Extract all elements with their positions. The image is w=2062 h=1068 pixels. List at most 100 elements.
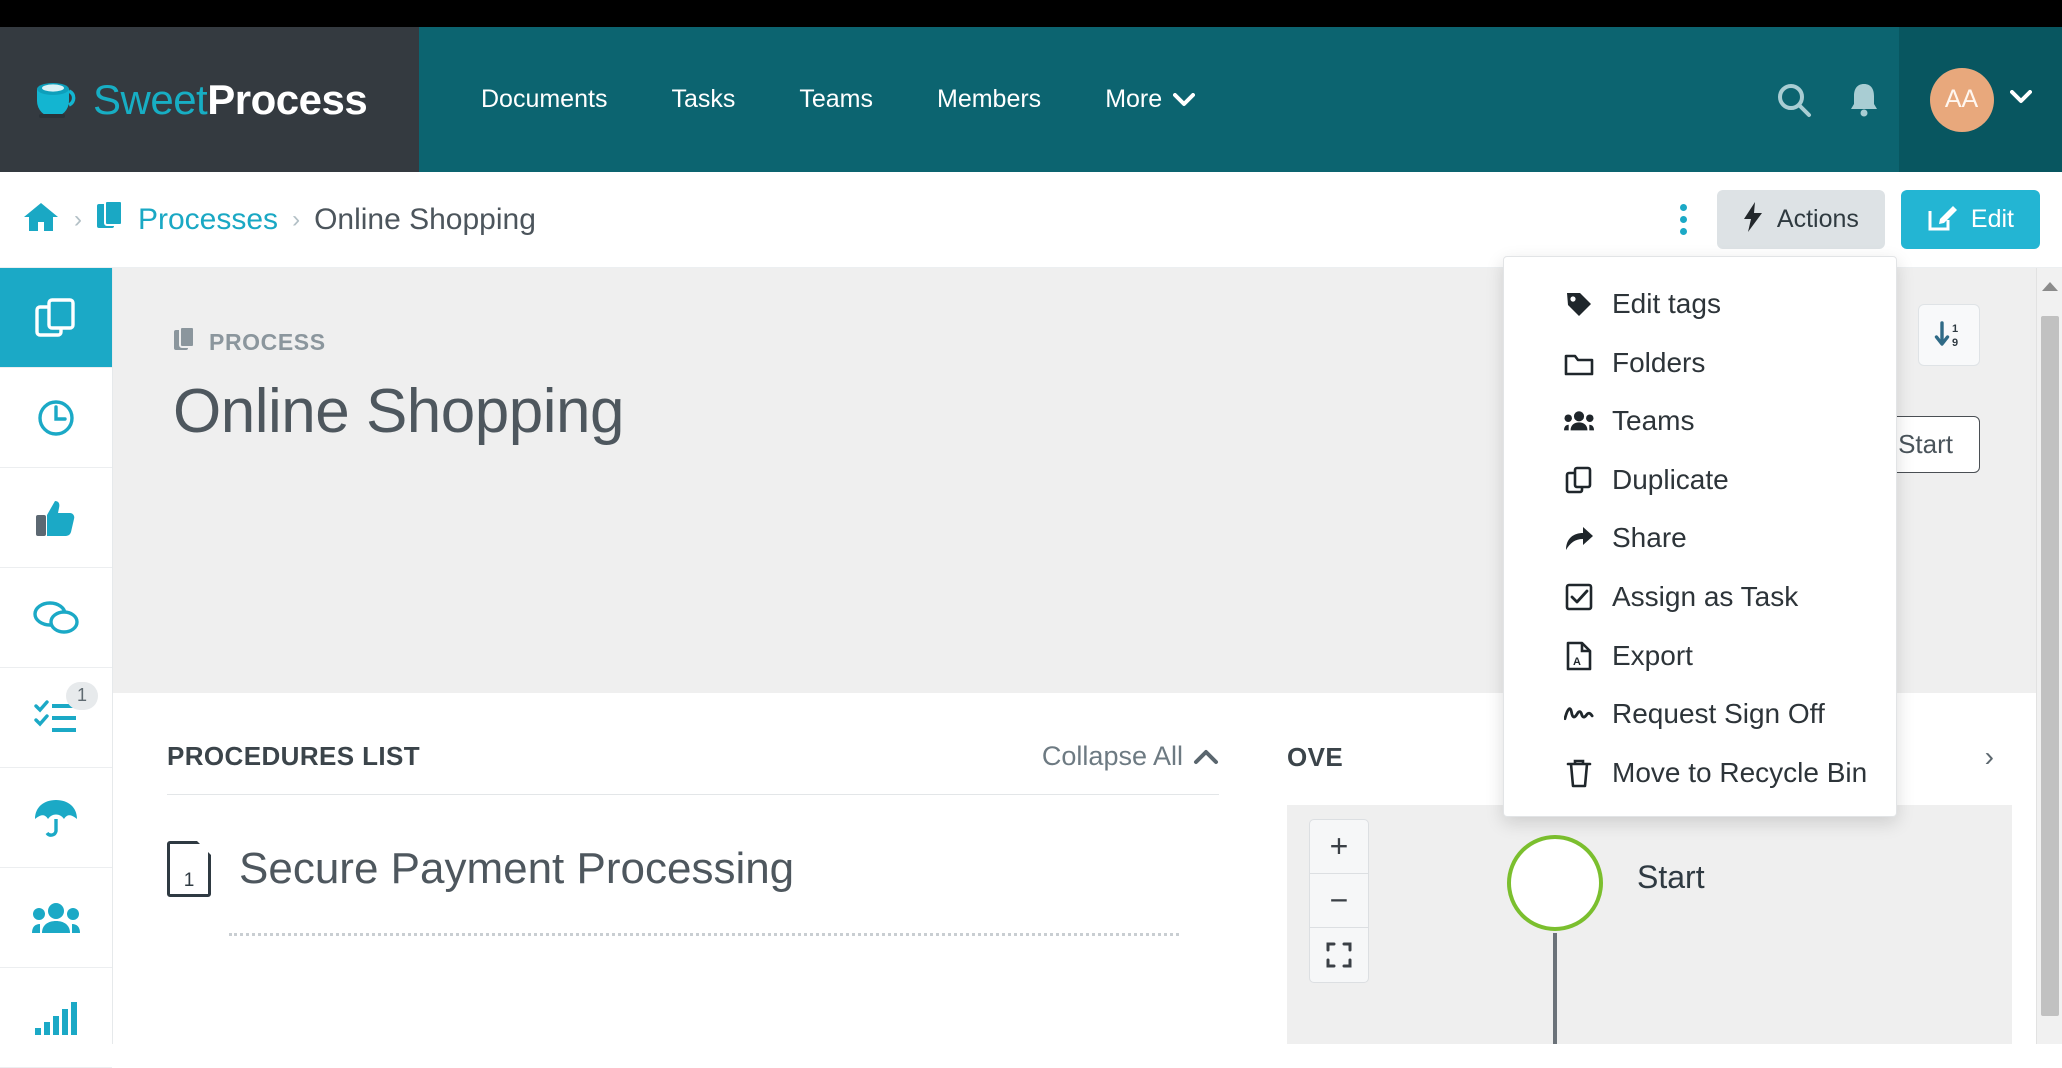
sidebar-item-policies[interactable]	[0, 768, 112, 868]
sidebar-item-teams[interactable]	[0, 868, 112, 968]
flow-connector-line	[1553, 933, 1557, 1044]
procedures-panel-header: PROCEDURES LIST Collapse All	[167, 741, 1219, 795]
nav-item-more[interactable]: More	[1073, 87, 1227, 112]
menu-item-label: Assign as Task	[1612, 580, 1799, 612]
nav-more-label: More	[1105, 85, 1163, 113]
trash-icon	[1564, 758, 1594, 788]
main-navigation: Documents Tasks Teams Members More	[419, 27, 1759, 172]
overview-panel-title: OVE	[1287, 741, 1344, 772]
chevron-down-icon	[2009, 90, 2032, 109]
procedures-panel: PROCEDURES LIST Collapse All 1 Secure Pa…	[113, 693, 1279, 1044]
menu-item-assign-as-task[interactable]: Assign as Task	[1504, 568, 1896, 627]
collapse-all-label: Collapse All	[1041, 741, 1183, 771]
zoom-out-button[interactable]: −	[1310, 874, 1368, 928]
sidebar-item-approvals[interactable]	[0, 468, 112, 568]
app-header: SweetProcess Documents Tasks Teams Membe…	[0, 27, 2062, 172]
menu-item-request-sign-off[interactable]: Request Sign Off	[1504, 685, 1896, 744]
home-icon[interactable]	[22, 200, 60, 239]
sidebar-item-history[interactable]	[0, 368, 112, 468]
bell-icon[interactable]	[1829, 80, 1899, 120]
documents-icon	[173, 326, 197, 358]
tag-icon	[1564, 290, 1594, 318]
user-menu[interactable]: AA	[1899, 27, 2062, 172]
breadcrumb-current: Online Shopping	[314, 202, 536, 236]
flow-zoom-controls: + −	[1309, 819, 1369, 983]
left-icon-rail: 1	[0, 268, 113, 1068]
sidebar-item-reports[interactable]	[0, 968, 112, 1068]
menu-item-label: Duplicate	[1612, 463, 1729, 495]
breadcrumb: › Processes › Online Shopping	[0, 199, 536, 240]
brand-logo[interactable]: SweetProcess	[0, 27, 419, 172]
nav-item-members[interactable]: Members	[905, 87, 1073, 112]
caret-up-icon[interactable]	[2037, 268, 2062, 304]
pdf-file-icon: A	[1564, 641, 1594, 671]
menu-item-move-to-recycle-bin[interactable]: Move to Recycle Bin	[1504, 744, 1896, 803]
documents-icon	[96, 199, 126, 240]
menu-item-label: Folders	[1612, 346, 1706, 378]
edit-button-label: Edit	[1970, 205, 2014, 233]
svg-text:A: A	[1573, 656, 1581, 668]
svg-text:9: 9	[1952, 337, 1958, 349]
breadcrumb-separator-2: ›	[292, 205, 301, 233]
menu-item-label: Request Sign Off	[1612, 698, 1825, 730]
menu-item-label: Teams	[1612, 405, 1695, 437]
lightning-bolt-icon	[1743, 202, 1763, 237]
actions-dropdown-menu: Edit tags Folders Teams Duplicate Share …	[1503, 256, 1897, 818]
menu-item-label: Move to Recycle Bin	[1612, 756, 1868, 788]
process-kicker-label: PROCESS	[209, 328, 326, 355]
breadcrumb-bar: › Processes › Online Shopping Actions Ed…	[0, 172, 2062, 268]
sidebar-item-tasks[interactable]: 1	[0, 668, 112, 768]
avatar: AA	[1929, 67, 1994, 132]
fullscreen-icon[interactable]	[1310, 928, 1368, 982]
pencil-square-icon	[1927, 202, 1957, 237]
brand-name-bold: Process	[207, 75, 368, 123]
menu-item-export[interactable]: A Export	[1504, 627, 1896, 686]
edit-button[interactable]: Edit	[1900, 190, 2040, 249]
procedures-panel-title: PROCEDURES LIST	[167, 741, 421, 771]
chevron-up-icon	[1193, 741, 1219, 772]
menu-item-folders[interactable]: Folders	[1504, 334, 1896, 393]
actions-button-label: Actions	[1776, 205, 1859, 233]
header-right-tools: AA	[1759, 27, 2062, 172]
folder-icon	[1564, 350, 1594, 376]
document-number-icon: 1	[167, 841, 211, 897]
nav-item-teams[interactable]: Teams	[767, 87, 905, 112]
menu-item-duplicate[interactable]: Duplicate	[1504, 451, 1896, 510]
signature-icon	[1564, 703, 1594, 725]
nav-item-documents[interactable]: Documents	[449, 87, 639, 112]
brand-name-light: Sweet	[93, 75, 208, 123]
flow-start-node[interactable]	[1507, 835, 1603, 931]
menu-item-label: Share	[1612, 522, 1687, 554]
sort-numeric-down-icon[interactable]: 19	[1918, 304, 1980, 366]
share-arrow-icon	[1564, 526, 1594, 552]
menu-item-edit-tags[interactable]: Edit tags	[1504, 275, 1896, 334]
menu-item-share[interactable]: Share	[1504, 509, 1896, 568]
scrollbar-thumb[interactable]	[2041, 316, 2059, 1016]
vertical-dots-icon[interactable]	[1666, 194, 1701, 245]
breadcrumb-separator-1: ›	[74, 205, 82, 233]
nav-item-tasks[interactable]: Tasks	[639, 87, 767, 112]
procedure-name: Secure Payment Processing	[239, 844, 795, 893]
menu-item-label: Edit tags	[1612, 288, 1721, 319]
zoom-in-button[interactable]: +	[1310, 820, 1368, 874]
flow-start-label: Start	[1637, 859, 1705, 895]
chevron-down-icon	[1173, 87, 1196, 112]
sidebar-item-documents[interactable]	[0, 268, 112, 368]
collapse-all-button[interactable]: Collapse All	[1042, 741, 1219, 772]
hero-tools: 19	[1918, 304, 1980, 366]
copy-icon	[1564, 466, 1594, 494]
search-icon[interactable]	[1759, 80, 1829, 120]
breadcrumb-link-processes[interactable]: Processes	[96, 199, 279, 240]
menu-item-label: Export	[1612, 639, 1693, 671]
sidebar-tasks-badge: 1	[65, 682, 98, 710]
process-flow-diagram[interactable]: + − Start	[1287, 805, 2012, 1044]
page-scrollbar[interactable]	[2036, 268, 2062, 1044]
list-item[interactable]: 1 Secure Payment Processing	[167, 841, 1219, 897]
sidebar-item-comments[interactable]	[0, 568, 112, 668]
menu-item-teams[interactable]: Teams	[1504, 392, 1896, 451]
overview-next-chevron[interactable]: ›	[1967, 741, 2012, 773]
breadcrumb-processes-label: Processes	[138, 202, 279, 236]
browser-top-strip	[0, 0, 2062, 27]
svg-text:1: 1	[1952, 323, 1958, 335]
actions-button[interactable]: Actions	[1716, 190, 1885, 249]
